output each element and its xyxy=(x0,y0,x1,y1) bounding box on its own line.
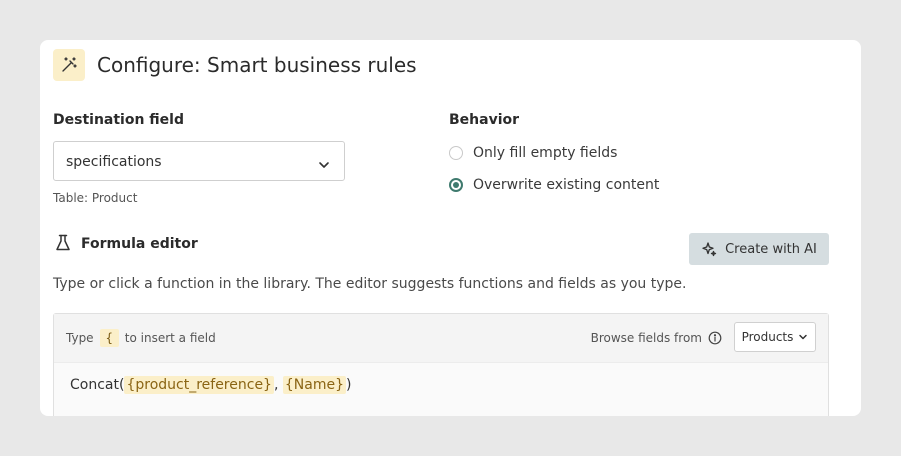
chevron-down-icon xyxy=(318,156,330,175)
page-title: Configure: Smart business rules xyxy=(97,53,417,77)
info-icon[interactable] xyxy=(708,331,722,345)
hint-suffix: to insert a field xyxy=(124,331,216,345)
insert-field-hint: Type { to insert a field xyxy=(66,328,216,348)
formula-close-paren: ) xyxy=(346,377,352,393)
formula-function: Concat xyxy=(70,377,119,393)
formula-text[interactable]: Concat({product_reference}, {Name}) xyxy=(70,374,351,396)
create-with-ai-button[interactable]: Create with AI xyxy=(689,233,829,265)
table-caption: Table: Product xyxy=(53,191,138,205)
field-token-product-reference[interactable]: {product_reference} xyxy=(124,376,274,394)
flask-icon xyxy=(55,234,71,256)
field-token-name[interactable]: {Name} xyxy=(282,376,346,394)
magic-wand-icon xyxy=(53,49,85,81)
radio-only-fill-empty[interactable]: Only fill empty fields xyxy=(449,143,617,163)
radio-label: Only fill empty fields xyxy=(473,145,618,161)
destination-field-select[interactable]: specifications xyxy=(53,141,345,181)
formula-editor-description: Type or click a function in the library.… xyxy=(53,276,687,292)
browse-table-select[interactable]: Products xyxy=(734,322,816,352)
brace-key-badge: { xyxy=(99,329,119,347)
browse-table-value: Products xyxy=(741,330,794,344)
browse-fields: Browse fields from xyxy=(591,328,722,348)
radio-overwrite-existing[interactable]: Overwrite existing content xyxy=(449,175,659,195)
editor-toolbar: Type { to insert a field Browse fields f… xyxy=(54,314,828,363)
formula-editor-title: Formula editor xyxy=(81,236,198,252)
destination-field-value: specifications xyxy=(66,154,162,170)
radio-button-checked[interactable] xyxy=(449,178,463,192)
create-with-ai-label: Create with AI xyxy=(725,241,817,257)
configure-panel: Configure: Smart business rules Destinat… xyxy=(40,40,861,416)
formula-separator: , xyxy=(273,377,283,393)
hint-prefix: Type xyxy=(66,331,94,345)
sparkle-icon xyxy=(701,241,717,257)
radio-label: Overwrite existing content xyxy=(473,177,660,193)
radio-button[interactable] xyxy=(449,146,463,160)
chevron-down-icon xyxy=(798,332,808,342)
formula-editor[interactable]: Type { to insert a field Browse fields f… xyxy=(53,313,829,416)
browse-fields-label: Browse fields from xyxy=(590,331,702,345)
behavior-label: Behavior xyxy=(449,112,520,128)
destination-field-label: Destination field xyxy=(53,112,184,128)
